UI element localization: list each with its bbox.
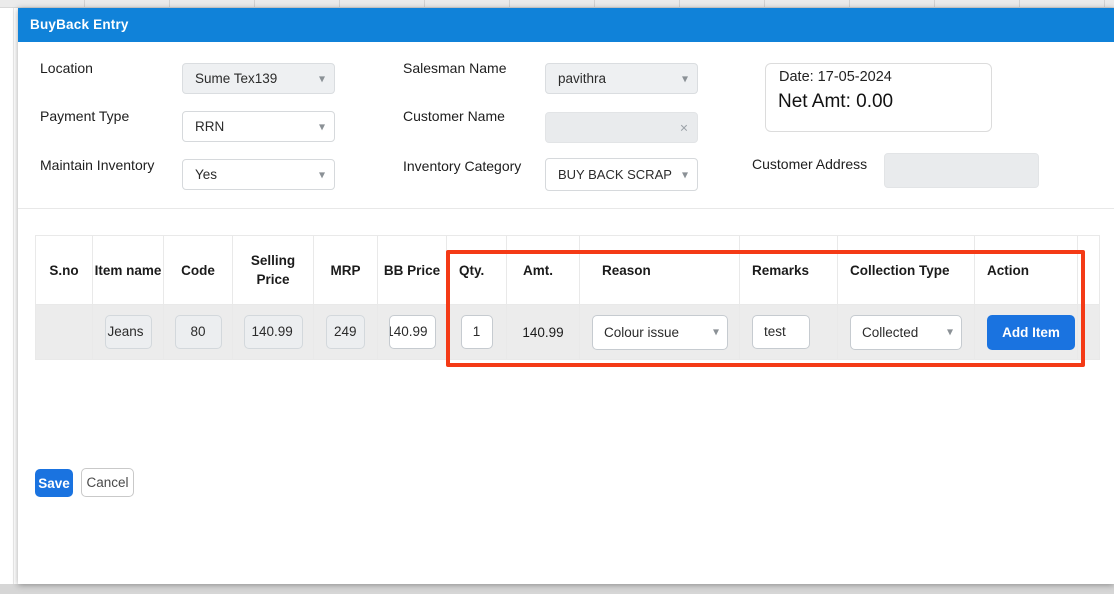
col-header-selling-price: Selling Price xyxy=(233,236,314,305)
col-header-sno: S.no xyxy=(36,236,93,305)
chevron-down-icon: ▾ xyxy=(319,167,325,181)
col-header-bb-price: BB Price xyxy=(378,236,447,305)
chevron-down-icon: ▾ xyxy=(682,71,688,85)
col-header-spacer xyxy=(1078,236,1100,305)
modal-title: BuyBack Entry xyxy=(30,8,129,42)
summary-net-amount: Net Amt: 0.00 xyxy=(778,91,893,113)
item-name-input[interactable]: Jeans xyxy=(105,315,152,349)
inventory-category-select[interactable]: BUY BACK SCRAP ▾ xyxy=(545,158,698,191)
cell-amt: 140.99 xyxy=(507,305,580,360)
customer-name-label: Customer Name xyxy=(403,108,505,124)
payment-type-select-value: RRN xyxy=(195,112,224,141)
buyback-entry-screen: BuyBack Entry Location Sume Tex139 ▾ Pay… xyxy=(0,0,1114,594)
col-header-item-name: Item name xyxy=(93,236,164,305)
background-table-columns xyxy=(0,0,1114,8)
qty-input[interactable]: 1 xyxy=(461,315,493,349)
code-input[interactable]: 80 xyxy=(175,315,222,349)
background-left-divider xyxy=(13,8,14,584)
cell-item-name: Jeans xyxy=(93,305,164,360)
section-divider xyxy=(18,208,1114,209)
add-item-button[interactable]: Add Item xyxy=(987,315,1075,350)
location-select[interactable]: Sume Tex139 ▾ xyxy=(182,63,335,94)
customer-address-label: Customer Address xyxy=(752,156,867,172)
col-header-remarks: Remarks xyxy=(740,236,838,305)
col-header-qty: Qty. xyxy=(447,236,507,305)
background-bottom-strip xyxy=(0,584,1114,594)
cell-qty: 1 xyxy=(447,305,507,360)
modal-titlebar: BuyBack Entry xyxy=(18,8,1114,42)
payment-type-select[interactable]: RRN ▾ xyxy=(182,111,335,142)
maintain-inventory-select[interactable]: Yes ▾ xyxy=(182,159,335,190)
collection-type-select-value: Collected xyxy=(862,316,918,349)
cell-bb-price: 140.99 xyxy=(378,305,447,360)
summary-date: Date: 17-05-2024 xyxy=(779,69,892,85)
maintain-inventory-label: Maintain Inventory xyxy=(40,157,154,173)
col-header-reason: Reason xyxy=(580,236,740,305)
customer-address-input[interactable] xyxy=(884,153,1039,188)
cell-reason: Colour issue ▾ xyxy=(580,305,740,360)
col-header-amt: Amt. xyxy=(507,236,580,305)
location-label: Location xyxy=(40,60,93,76)
cell-remarks: test xyxy=(740,305,838,360)
table-row: Jeans 80 140.99 249 140.99 1 140.99 Colo… xyxy=(36,305,1100,360)
remarks-input[interactable]: test xyxy=(752,315,810,349)
cell-collection-type: Collected ▾ xyxy=(838,305,975,360)
cancel-button[interactable]: Cancel xyxy=(81,468,134,497)
clear-icon[interactable]: × xyxy=(680,119,688,135)
inventory-category-select-value: BUY BACK SCRAP xyxy=(558,159,672,190)
cell-selling-price: 140.99 xyxy=(233,305,314,360)
cell-sno xyxy=(36,305,93,360)
cell-spacer xyxy=(1078,305,1100,360)
cell-action: Add Item xyxy=(975,305,1078,360)
salesman-name-label: Salesman Name xyxy=(403,60,507,76)
chevron-down-icon: ▾ xyxy=(319,119,325,133)
col-header-mrp: MRP xyxy=(314,236,378,305)
cell-code: 80 xyxy=(164,305,233,360)
save-button[interactable]: Save xyxy=(35,469,73,497)
customer-name-input[interactable]: × xyxy=(545,112,698,143)
collection-type-select[interactable]: Collected ▾ xyxy=(850,315,962,350)
chevron-down-icon: ▾ xyxy=(319,71,325,85)
payment-type-label: Payment Type xyxy=(40,108,129,124)
chevron-down-icon: ▾ xyxy=(682,167,688,181)
reason-select[interactable]: Colour issue ▾ xyxy=(592,315,728,350)
chevron-down-icon: ▾ xyxy=(713,324,719,338)
table-header-row: S.no Item name Code Selling Price MRP BB… xyxy=(36,236,1100,305)
salesman-name-select[interactable]: pavithra ▾ xyxy=(545,63,698,94)
mrp-input[interactable]: 249 xyxy=(326,315,365,349)
col-header-collection-type: Collection Type xyxy=(838,236,975,305)
col-header-code: Code xyxy=(164,236,233,305)
cell-mrp: 249 xyxy=(314,305,378,360)
selling-price-input[interactable]: 140.99 xyxy=(244,315,303,349)
inventory-category-label: Inventory Category xyxy=(403,158,521,174)
col-header-action: Action xyxy=(975,236,1078,305)
chevron-down-icon: ▾ xyxy=(947,324,953,338)
bb-price-input[interactable]: 140.99 xyxy=(389,315,436,349)
maintain-inventory-select-value: Yes xyxy=(195,160,217,189)
location-select-value: Sume Tex139 xyxy=(195,64,277,93)
salesman-name-select-value: pavithra xyxy=(558,64,606,93)
items-table: S.no Item name Code Selling Price MRP BB… xyxy=(35,235,1100,360)
reason-select-value: Colour issue xyxy=(604,316,679,349)
